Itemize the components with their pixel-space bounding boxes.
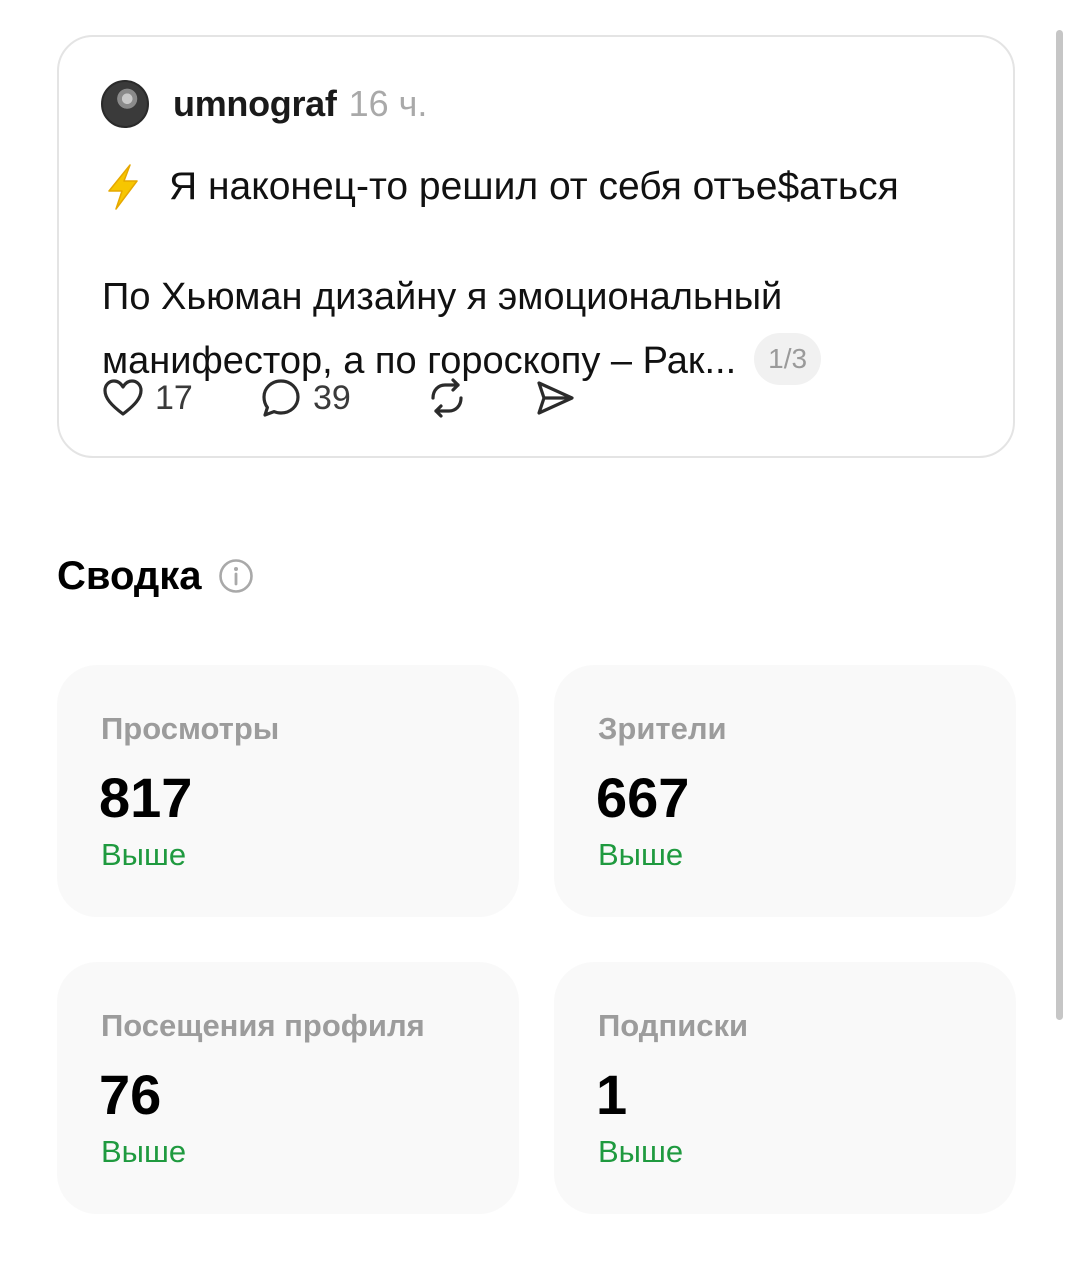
- like-button[interactable]: 17: [101, 376, 259, 420]
- repost-button[interactable]: [425, 376, 533, 420]
- share-button[interactable]: [533, 376, 577, 420]
- stat-value: 1: [596, 1063, 628, 1126]
- stat-trend: Выше: [101, 837, 187, 872]
- stat-value: 817: [99, 766, 193, 829]
- stat-trend: Выше: [598, 837, 684, 872]
- post-body-text: По Хьюман дизайну я эмоциональный манифе…: [102, 276, 783, 382]
- username[interactable]: umnograf: [173, 83, 337, 125]
- stat-value: 76: [99, 1063, 162, 1126]
- stat-card-follows[interactable]: Подписки 1 Выше: [554, 962, 1016, 1214]
- lightning-icon: [108, 164, 138, 210]
- comment-icon: [262, 379, 300, 417]
- post-title-text: Я наконец-то решил от себя отъе$аться: [169, 165, 899, 208]
- summary-heading: Сводка: [57, 550, 254, 602]
- share-icon: [537, 381, 574, 415]
- stat-label: Просмотры: [101, 711, 280, 746]
- post-actions: 17 39: [101, 373, 577, 423]
- like-count: 17: [155, 378, 193, 417]
- post-time: 16 ч.: [348, 83, 428, 124]
- reply-button[interactable]: 39: [259, 376, 425, 420]
- post-title: Я наконец-то решил от себя отъе$аться: [103, 159, 899, 215]
- stat-card-views[interactable]: Просмотры 817 Выше: [57, 665, 519, 917]
- heart-icon: [103, 379, 143, 416]
- info-icon[interactable]: [218, 558, 254, 594]
- reply-count: 39: [313, 378, 351, 417]
- repost-icon: [431, 378, 463, 418]
- stat-label: Посещения профиля: [101, 1008, 425, 1043]
- page-indicator-badge: 1/3: [754, 332, 822, 385]
- scrollbar[interactable]: [1056, 30, 1063, 1020]
- post-header: umnograf 16 ч.: [101, 79, 427, 129]
- avatar[interactable]: [101, 80, 149, 128]
- stat-card-profile-visits[interactable]: Посещения профиля 76 Выше: [57, 962, 519, 1214]
- stat-label: Зрители: [598, 711, 727, 746]
- stat-value: 667: [596, 766, 690, 829]
- stat-trend: Выше: [101, 1134, 187, 1169]
- stat-card-viewers[interactable]: Зрители 667 Выше: [554, 665, 1016, 917]
- stat-label: Подписки: [598, 1008, 749, 1043]
- summary-title: Сводка: [57, 553, 202, 598]
- stat-trend: Выше: [598, 1134, 684, 1169]
- post-card[interactable]: umnograf 16 ч. Я наконец-то решил от себ…: [57, 35, 1015, 458]
